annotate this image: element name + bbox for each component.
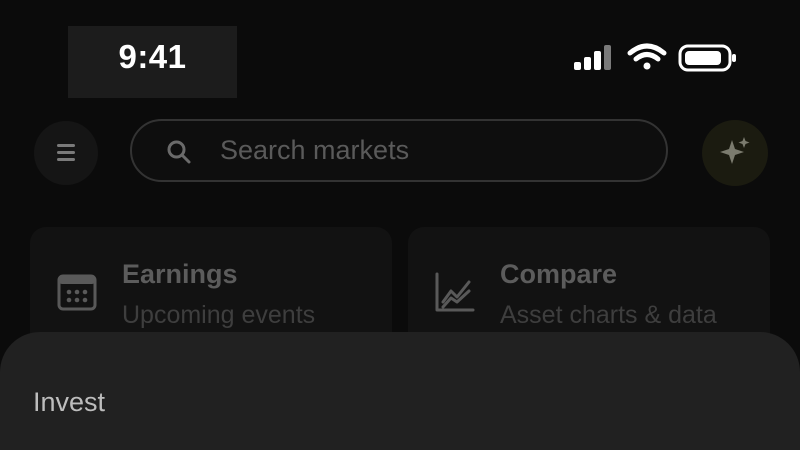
status-time: 9:41 <box>118 38 187 75</box>
search-bar[interactable] <box>130 119 668 182</box>
sheet-section-label: Invest <box>33 387 106 417</box>
search-icon <box>166 139 192 165</box>
status-icons-svg <box>574 43 736 72</box>
battery-icon <box>678 44 736 72</box>
calendar-icon <box>56 271 98 313</box>
app-screen: 9:41 Search markets Earnings Upcoming ev… <box>0 0 800 450</box>
hamburger-menu-icon <box>57 144 75 161</box>
status-icons <box>570 40 740 76</box>
compare-card-title: Compare <box>500 259 618 289</box>
cellular-signal-icon <box>574 45 611 70</box>
compare-card-subtitle: Asset charts & data <box>500 301 717 329</box>
menu-button[interactable] <box>34 121 98 185</box>
sparkle-icon <box>720 137 750 164</box>
earnings-card-subtitle: Upcoming events <box>122 301 316 329</box>
chart-icon <box>434 271 476 313</box>
assistant-button[interactable] <box>702 120 768 186</box>
bottom-sheet: Invest <box>0 332 800 450</box>
status-time-box: 9:41 <box>68 26 237 98</box>
wifi-icon <box>627 43 667 70</box>
earnings-card-title: Earnings <box>122 259 238 289</box>
search-input[interactable] <box>220 121 640 180</box>
